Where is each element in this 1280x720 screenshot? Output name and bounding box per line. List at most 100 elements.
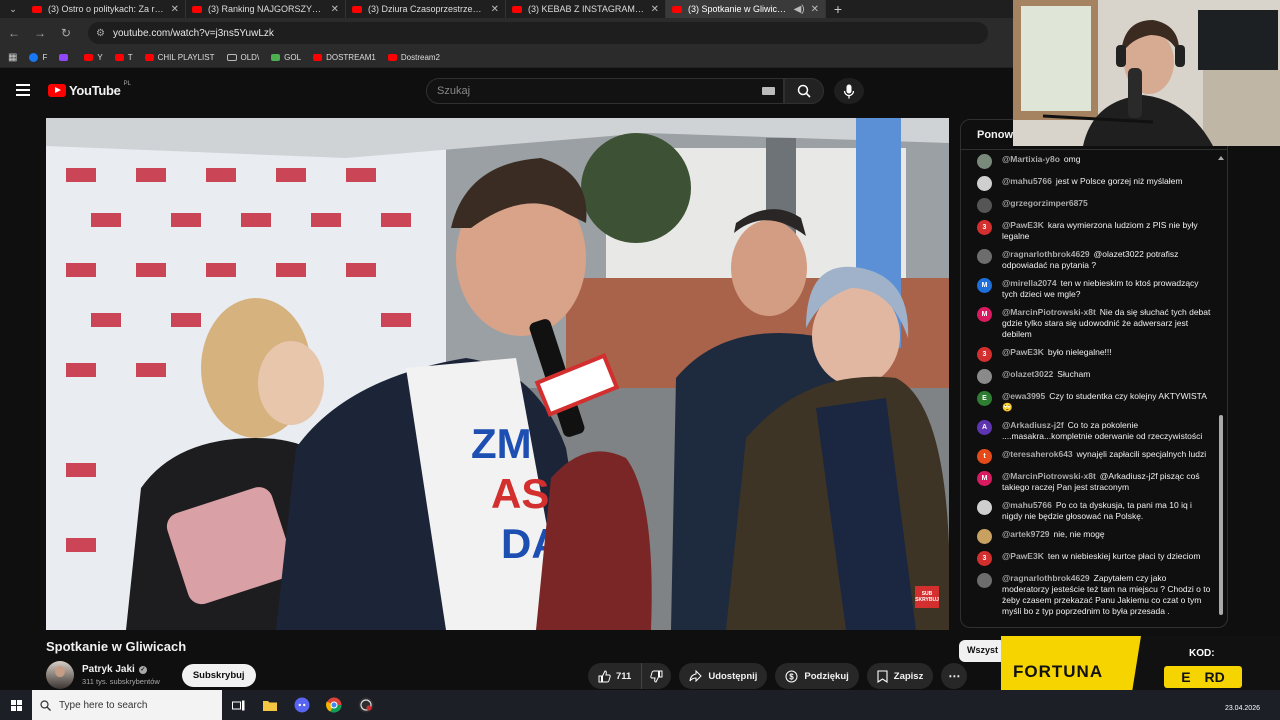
save-button[interactable]: Zapisz <box>866 663 934 689</box>
chat-message[interactable]: 3 @PawE3K ten w niebieskiej kurtce płaci t… <box>977 551 1211 566</box>
chat-author-name[interactable]: @olazet3022 <box>1002 369 1053 379</box>
chat-author-name[interactable]: @ewa3995 <box>1002 391 1045 401</box>
chat-message[interactable]: @olazet3022 Słucham <box>977 369 1211 384</box>
start-button[interactable] <box>0 690 32 720</box>
chat-message[interactable]: @ragnarlothbrok4629 @olazet3022 potrafisz… <box>977 249 1211 271</box>
search-button[interactable] <box>784 78 824 104</box>
file-explorer-icon[interactable] <box>254 690 286 720</box>
bookmark[interactable]: DOSTREAM1 <box>313 53 376 62</box>
browser-tab-active[interactable]: (3) Spotkanie w Gliwicach - ◀) ✕ <box>666 0 826 18</box>
chat-author-avatar[interactable] <box>977 176 992 191</box>
like-button[interactable]: 711 <box>588 663 643 689</box>
browser-tab[interactable]: (3) Ranking NAJGORSZYCH pre ✕ <box>186 0 346 18</box>
video-player[interactable]: ZM AS DA SUB SKRYBUJ <box>46 118 949 630</box>
chat-message-list[interactable]: @Martixia-y8o omg @mahu5766 jest w Polsce g… <box>961 154 1217 623</box>
chat-author-name[interactable]: @Martixia-y8o <box>1002 154 1060 164</box>
channel-avatar[interactable] <box>46 661 74 689</box>
url-field[interactable]: ⚙ youtube.com/watch?v=j3ns5YuwLzk <box>88 22 988 44</box>
chat-author-avatar[interactable]: 3 <box>977 220 992 235</box>
chat-author-avatar[interactable]: M <box>977 278 992 293</box>
chat-author-avatar[interactable] <box>977 369 992 384</box>
browser-tab[interactable]: (3) Dziura Czasoprzestrzenna - ✕ <box>346 0 506 18</box>
bookmark[interactable]: T <box>114 53 133 62</box>
voice-search-button[interactable] <box>834 78 864 104</box>
menu-hamburger-icon[interactable] <box>16 84 30 96</box>
tab-search-chevron-icon[interactable]: ⌄ <box>0 0 26 18</box>
chat-message[interactable]: E @ewa3995 Czy to studentka czy kolejny AK… <box>977 391 1211 413</box>
chat-message[interactable]: @Martixia-y8o omg <box>977 154 1211 169</box>
chat-author-name[interactable]: @MarcinPiotrowski-x8t <box>1002 307 1096 317</box>
close-tab-icon[interactable]: ✕ <box>331 4 339 15</box>
close-tab-icon[interactable]: ✕ <box>491 4 499 15</box>
chat-filter-chip[interactable]: Wszyst <box>959 640 1007 662</box>
new-tab-button[interactable]: + <box>826 1 850 17</box>
chat-message[interactable]: @ragnarlothbrok4629 Zapytałem czy jako mo… <box>977 573 1211 617</box>
chat-message[interactable]: 3 @PawE3K było nielegalne!!! <box>977 347 1211 362</box>
chat-message[interactable]: M @MarcinPiotrowski-x8t @Arkadiusz-j2f pis… <box>977 471 1211 493</box>
back-arrow-icon[interactable]: ← <box>6 25 22 41</box>
obs-icon[interactable] <box>350 690 382 720</box>
scrollbar-thumb[interactable] <box>1219 415 1223 615</box>
chat-message[interactable]: @grzegorzimper6875 <box>977 198 1211 213</box>
chat-author-avatar[interactable] <box>977 198 992 213</box>
subscribe-button[interactable]: Subskrybuj <box>181 663 256 687</box>
bookmark[interactable]: F <box>29 53 47 62</box>
chat-author-avatar[interactable]: A <box>977 420 992 435</box>
chat-author-avatar[interactable] <box>977 249 992 264</box>
bookmark[interactable]: GOL <box>271 53 301 62</box>
bookmark[interactable]: Y <box>84 53 103 62</box>
chat-author-avatar[interactable] <box>977 154 992 169</box>
site-info-icon[interactable]: ⚙ <box>96 28 105 39</box>
chat-author-name[interactable]: @ragnarlothbrok4629 <box>1002 249 1090 259</box>
browser-tab[interactable]: (3) Ostro o politykach: Za robot ✕ <box>26 0 186 18</box>
share-button[interactable]: Udostępnij <box>679 663 768 689</box>
chat-author-avatar[interactable]: 3 <box>977 551 992 566</box>
channel-name[interactable]: Patryk Jaki <box>82 664 135 675</box>
chat-message[interactable]: A @Arkadiusz-j2f Co to za pokolenie ....ma… <box>977 420 1211 442</box>
taskbar-search-input[interactable] <box>59 699 209 711</box>
dislike-button[interactable] <box>642 663 671 689</box>
chat-author-name[interactable]: @teresaherok643 <box>1002 449 1073 459</box>
chat-author-name[interactable]: @PawE3K <box>1002 551 1044 561</box>
discord-icon[interactable] <box>286 690 318 720</box>
chrome-icon[interactable] <box>318 690 350 720</box>
chat-message[interactable]: t @teresaherok643 wynajęli zapłacili specj… <box>977 449 1211 464</box>
close-tab-icon[interactable]: ✕ <box>171 4 179 15</box>
scroll-up-arrow-icon[interactable] <box>1218 156 1224 160</box>
chat-author-name[interactable]: @artek9729 <box>1002 529 1050 539</box>
chat-message[interactable]: @mahu5766 Po co ta dyskusja, ta pani ma 1… <box>977 500 1211 522</box>
thanks-button[interactable]: $ Podziękuj <box>775 663 859 689</box>
keyboard-icon[interactable] <box>762 87 775 95</box>
chat-message[interactable]: @artek9729 nie, nie mogę <box>977 529 1211 544</box>
chat-author-avatar[interactable]: M <box>977 307 992 322</box>
bookmark[interactable]: Dostream2 <box>387 53 440 62</box>
chat-author-name[interactable]: @ragnarlothbrok4629 <box>1002 573 1090 583</box>
search-input[interactable] <box>437 85 757 97</box>
chat-author-avatar[interactable]: t <box>977 449 992 464</box>
close-tab-icon[interactable]: ✕ <box>651 4 659 15</box>
chat-author-avatar[interactable]: 3 <box>977 347 992 362</box>
bookmark-folder[interactable]: OLD\ <box>226 53 259 62</box>
speaker-icon[interactable]: ◀) <box>794 4 805 15</box>
forward-arrow-icon[interactable]: → <box>32 25 48 41</box>
chat-author-name[interactable]: @mahu5766 <box>1002 176 1052 186</box>
chat-message[interactable]: M @MarcinPiotrowski-x8t Nie da się słuchać… <box>977 307 1211 340</box>
reload-icon[interactable]: ↻ <box>58 25 74 41</box>
chat-author-name[interactable]: @mirella2074 <box>1002 278 1057 288</box>
chat-author-avatar[interactable] <box>977 500 992 515</box>
browser-tab[interactable]: (3) KEBAB Z INSTAGRAMA W P ✕ <box>506 0 666 18</box>
taskbar-search[interactable] <box>32 690 222 720</box>
bookmark[interactable] <box>59 54 72 61</box>
chat-author-name[interactable]: @mahu5766 <box>1002 500 1052 510</box>
channel-name-row[interactable]: Patryk Jaki ✓ <box>82 664 160 675</box>
subscribe-watermark-badge[interactable]: SUB SKRYBUJ <box>915 586 939 608</box>
chat-author-avatar[interactable] <box>977 573 992 588</box>
task-view-icon[interactable] <box>222 690 254 720</box>
bookmark[interactable]: CHIL PLAYLIST <box>144 53 215 62</box>
chat-author-name[interactable]: @MarcinPiotrowski-x8t <box>1002 471 1096 481</box>
chat-message[interactable]: @mahu5766 jest w Polsce gorzej niż myślał… <box>977 176 1211 191</box>
chat-message[interactable]: 3 @PawE3K kara wymierzona ludziom z PIS ni… <box>977 220 1211 242</box>
chat-scrollbar[interactable] <box>1218 156 1224 620</box>
chat-author-name[interactable]: @grzegorzimper6875 <box>1002 198 1088 208</box>
chat-author-name[interactable]: @PawE3K <box>1002 347 1044 357</box>
